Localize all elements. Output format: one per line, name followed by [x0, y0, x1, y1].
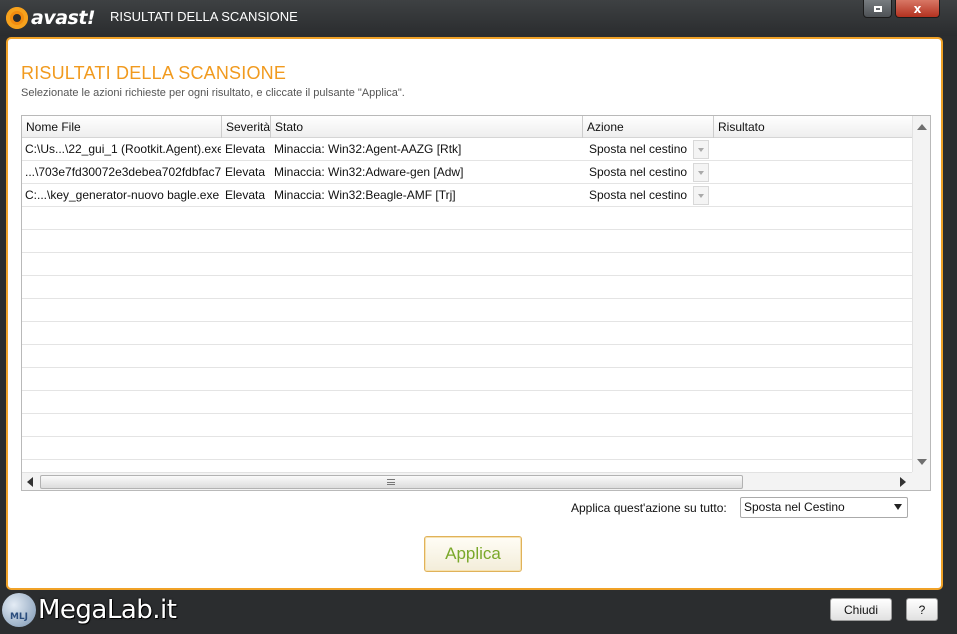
scroll-thumb[interactable]	[40, 475, 743, 489]
empty-row	[22, 276, 912, 299]
vertical-scrollbar[interactable]	[912, 116, 930, 472]
table-header: Nome File Severità Stato Azione Risultat…	[22, 116, 912, 138]
cell-file: C:\Us...\22_gui_1 (Rootkit.Agent).exe	[25, 142, 221, 156]
dropdown-arrow[interactable]	[693, 163, 709, 182]
close-button[interactable]: Chiudi	[830, 598, 892, 621]
table-row[interactable]: C:\Us...\22_gui_1 (Rootkit.Agent).exe El…	[22, 138, 912, 161]
scroll-left-icon[interactable]	[27, 477, 33, 487]
cell-severity: Elevata	[225, 142, 266, 156]
megalab-logo-icon: MLJ	[2, 593, 36, 627]
column-header-action[interactable]: Azione	[583, 116, 714, 138]
restore-icon	[873, 5, 882, 12]
table-row[interactable]: C:...\key_generator-nuovo bagle.exe Elev…	[22, 184, 912, 207]
empty-row	[22, 368, 912, 391]
empty-row	[22, 322, 912, 345]
page-subtitle: Selezionate le azioni richieste per ogni…	[21, 87, 405, 99]
grip-icon	[387, 479, 395, 485]
column-header-result[interactable]: Risultato	[714, 116, 912, 138]
help-button[interactable]: ?	[906, 598, 938, 621]
dropdown-arrow[interactable]	[693, 186, 709, 205]
megalab-brand: MegaLab.it	[38, 595, 177, 625]
cell-status: Minaccia: Win32:Agent-AAZG [Rtk]	[274, 142, 462, 156]
scroll-right-icon[interactable]	[900, 477, 906, 487]
empty-row	[22, 207, 912, 230]
results-panel: RISULTATI DELLA SCANSIONE Selezionate le…	[6, 37, 943, 590]
cell-result	[714, 184, 912, 206]
action-value: Sposta nel cestino	[589, 188, 688, 202]
apply-button[interactable]: Applica	[424, 536, 522, 572]
column-header-file[interactable]: Nome File	[22, 116, 222, 138]
action-value: Sposta nel cestino	[589, 142, 688, 156]
chevron-down-icon	[698, 193, 704, 198]
empty-row	[22, 299, 912, 322]
empty-row	[22, 414, 912, 437]
action-dropdown[interactable]: Sposta nel cestino	[587, 163, 709, 182]
title-bar: avast! RISULTATI DELLA SCANSIONE x	[0, 0, 957, 36]
cell-file: C:...\key_generator-nuovo bagle.exe	[25, 188, 220, 202]
apply-all-value: Sposta nel Cestino	[744, 500, 845, 514]
apply-all-dropdown[interactable]: Sposta nel Cestino	[740, 497, 908, 518]
results-table: Nome File Severità Stato Azione Risultat…	[21, 115, 931, 491]
cell-status: Minaccia: Win32:Adware-gen [Adw]	[274, 165, 464, 179]
scroll-corner	[912, 472, 930, 490]
empty-row	[22, 437, 912, 460]
restore-button[interactable]	[863, 0, 892, 18]
column-header-severity[interactable]: Severità	[222, 116, 271, 138]
cell-file: ...\703e7fd30072e3debea702fdbfac70	[25, 165, 221, 179]
action-value: Sposta nel cestino	[589, 165, 688, 179]
chevron-down-icon	[894, 504, 902, 510]
action-dropdown[interactable]: Sposta nel cestino	[587, 140, 709, 159]
chevron-down-icon	[698, 147, 704, 152]
dropdown-arrow[interactable]	[693, 140, 709, 159]
cell-result	[714, 138, 912, 160]
close-icon: x	[913, 1, 922, 16]
avast-ball-icon	[6, 7, 28, 29]
action-dropdown[interactable]: Sposta nel cestino	[587, 186, 709, 205]
scroll-up-icon[interactable]	[917, 124, 927, 130]
cell-severity: Elevata	[225, 165, 266, 179]
empty-row	[22, 230, 912, 253]
cell-severity: Elevata	[225, 188, 266, 202]
logo-text: avast!	[31, 7, 96, 29]
avast-logo: avast!	[6, 5, 96, 31]
chevron-down-icon	[698, 170, 704, 175]
close-window-button[interactable]: x	[895, 0, 940, 18]
cell-status: Minaccia: Win32:Beagle-AMF [Trj]	[274, 188, 456, 202]
scroll-down-icon[interactable]	[917, 459, 927, 465]
cell-result	[714, 161, 912, 183]
table-row[interactable]: ...\703e7fd30072e3debea702fdbfac70 Eleva…	[22, 161, 912, 184]
megalab-watermark: MLJ MegaLab.it	[2, 590, 177, 630]
horizontal-scrollbar[interactable]	[22, 472, 930, 490]
apply-all-label: Applica quest'azione su tutto:	[571, 501, 727, 515]
column-header-status[interactable]: Stato	[271, 116, 583, 138]
empty-row	[22, 391, 912, 414]
window-title: RISULTATI DELLA SCANSIONE	[110, 9, 298, 24]
empty-row	[22, 345, 912, 368]
empty-row	[22, 253, 912, 276]
page-title: RISULTATI DELLA SCANSIONE	[21, 63, 287, 83]
